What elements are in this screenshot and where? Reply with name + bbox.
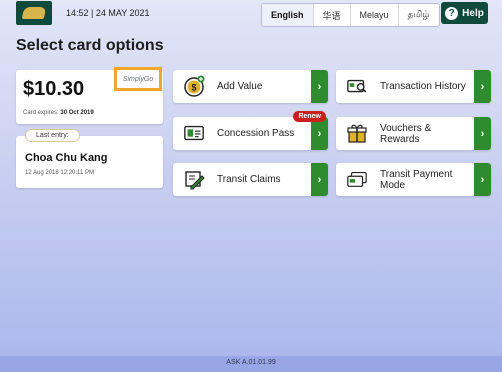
top-bar: 14:52 | 24 MAY 2021 English 华语 Melayu தம… — [0, 0, 502, 30]
question-icon: ? — [445, 6, 459, 20]
transaction-history-label: Transaction History — [380, 81, 466, 92]
language-chinese-button[interactable]: 华语 — [314, 4, 351, 26]
footer-bar: ASK A.01.01.99 — [0, 356, 502, 372]
language-english-button[interactable]: English — [262, 4, 314, 26]
concession-pass-label: Concession Pass — [217, 128, 295, 139]
simplygo-badge[interactable]: SimplyGo — [114, 67, 162, 91]
add-value-label: Add Value — [217, 81, 263, 92]
transaction-history-option[interactable]: Transaction History › — [336, 70, 491, 103]
simplygo-logo: SimplyGo — [122, 75, 154, 83]
card-expiry-value: 30 Oct 2019 — [60, 110, 94, 116]
last-entry-panel: Last entry: Choa Chu Kang 12 Aug 2018 12… — [16, 129, 163, 188]
vouchers-rewards-label: Vouchers & Rewards — [380, 122, 432, 145]
vouchers-rewards-option[interactable]: Vouchers & Rewards › — [336, 117, 491, 150]
date-time: 14:52 | 24 MAY 2021 — [66, 8, 150, 18]
transit-claims-option[interactable]: Transit Claims › — [173, 163, 328, 196]
language-selector: English 华语 Melayu தமிழ் — [261, 3, 440, 27]
language-tamil-button[interactable]: தமிழ் — [399, 4, 439, 26]
transit-payment-mode-label: Transit Payment Mode — [380, 168, 453, 191]
language-malay-button[interactable]: Melayu — [351, 4, 399, 26]
chevron-right-icon: › — [474, 163, 491, 196]
gift-icon — [346, 122, 368, 144]
transitlink-logo — [16, 1, 52, 25]
magnifier-card-icon — [346, 75, 368, 97]
dollar-coin-icon: $ — [183, 75, 205, 97]
last-entry-station: Choa Chu Kang — [25, 152, 108, 164]
chevron-right-icon: › — [311, 70, 328, 103]
svg-text:$: $ — [191, 83, 196, 93]
payment-card-icon — [346, 168, 368, 190]
chevron-right-icon: › — [474, 117, 491, 150]
id-card-icon — [183, 122, 205, 144]
concession-pass-option[interactable]: Concession Pass › Renew — [173, 111, 328, 150]
kiosk-version: ASK A.01.01.99 — [226, 359, 276, 366]
page-title: Select card options — [16, 37, 164, 54]
renew-badge: Renew — [293, 111, 326, 122]
logo-mark-icon — [21, 7, 47, 19]
add-value-option[interactable]: $ Add Value › — [173, 70, 328, 103]
transit-payment-mode-option[interactable]: Transit Payment Mode › — [336, 163, 491, 196]
last-entry-tag: Last entry: — [25, 129, 80, 142]
last-entry-time: 12 Aug 2018 12:20:11 PM — [25, 170, 94, 176]
chevron-right-icon: › — [474, 70, 491, 103]
transit-claims-label: Transit Claims — [217, 174, 281, 185]
chevron-right-icon: › — [311, 163, 328, 196]
help-label: Help — [462, 7, 484, 19]
card-expiry: Card expires: 30 Oct 2019 — [23, 110, 94, 116]
card-balance: $10.30 — [23, 78, 85, 100]
help-button[interactable]: ? Help — [441, 2, 488, 24]
claim-pen-icon — [183, 168, 205, 190]
card-balance-panel: $10.30 SimplyGo Card expires: 30 Oct 201… — [16, 67, 163, 124]
